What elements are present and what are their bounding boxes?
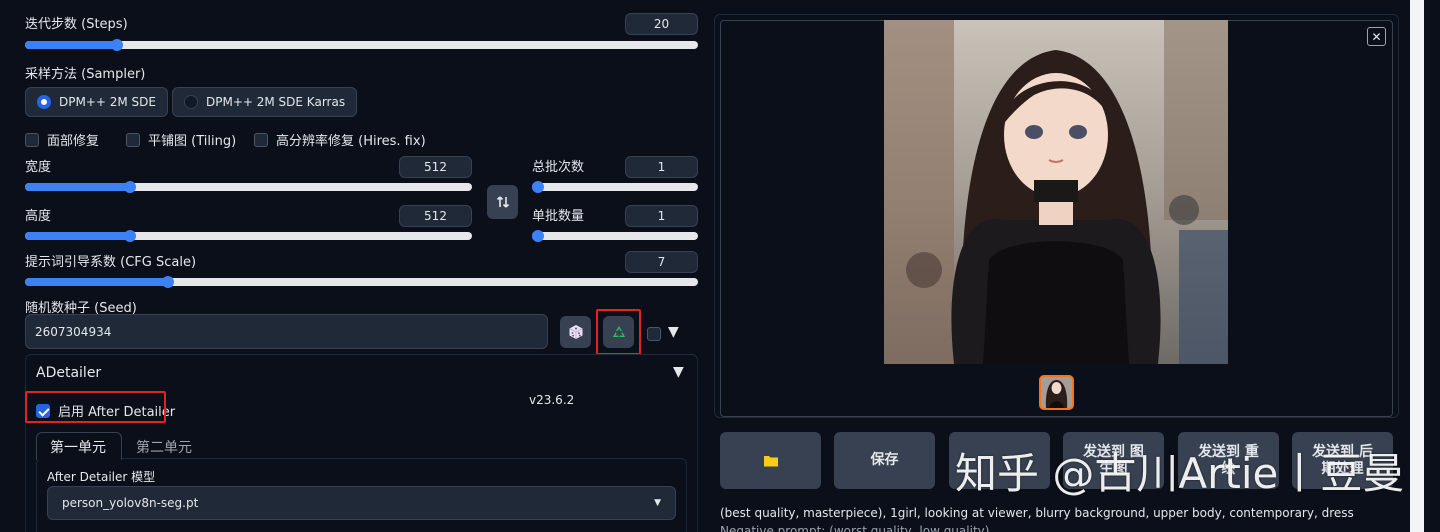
dropdown-arrow-icon: ▼ <box>654 498 661 508</box>
gallery-thumbnail[interactable] <box>1039 375 1074 410</box>
open-folder-button[interactable] <box>720 432 821 489</box>
swap-dimensions-button[interactable] <box>487 185 518 219</box>
dice-icon <box>568 325 583 339</box>
collapse-icon[interactable]: ▼ <box>673 364 684 380</box>
scrollbar-track[interactable] <box>1410 0 1424 532</box>
generated-image[interactable] <box>884 20 1228 364</box>
cfg-input[interactable]: 7 <box>625 251 698 273</box>
batch-size-slider[interactable] <box>532 230 698 242</box>
cfg-slider[interactable] <box>25 276 698 288</box>
batch-size-label: 单批数量 <box>532 209 585 224</box>
width-slider[interactable] <box>25 181 472 193</box>
restore-faces-checkbox[interactable]: 面部修复 <box>25 130 99 149</box>
width-label: 宽度 <box>25 160 52 175</box>
swap-icon <box>496 196 509 208</box>
sampler-option-dpm2m-sde[interactable]: DPM++ 2M SDE <box>25 87 168 117</box>
hires-fix-checkbox[interactable]: 高分辨率修复 (Hires. fix) <box>254 130 426 149</box>
watermark-text: 知乎 @古川Artie丨豆曼 <box>955 449 1405 498</box>
steps-label: 迭代步数 (Steps) <box>25 17 128 32</box>
extra-seed-checkbox[interactable] <box>647 327 661 341</box>
height-input[interactable]: 512 <box>399 205 472 227</box>
model-select[interactable]: person_yolov8n-seg.pt ▼ <box>47 486 676 520</box>
tiling-checkbox[interactable]: 平铺图 (Tiling) <box>126 130 236 149</box>
sampler-label: 采样方法 (Sampler) <box>25 67 146 82</box>
seed-input[interactable]: 2607304934 <box>25 314 548 349</box>
generation-prompt-text: (best quality, masterpiece), 1girl, look… <box>720 506 1354 520</box>
steps-input[interactable]: 20 <box>625 13 698 35</box>
batch-count-slider[interactable] <box>532 181 698 193</box>
close-icon[interactable]: ✕ <box>1367 27 1386 46</box>
highlight-frame <box>25 391 166 423</box>
radio-unselected-icon <box>184 95 198 109</box>
height-label: 高度 <box>25 209 52 224</box>
highlight-frame <box>596 309 641 355</box>
cfg-label: 提示词引导系数 (CFG Scale) <box>25 255 197 270</box>
sampler-radio-group: DPM++ 2M SDE DPM++ 2M SDE Karras <box>25 87 358 117</box>
folder-icon <box>763 455 778 466</box>
save-button[interactable]: 保存 <box>834 432 935 489</box>
version-label: v23.6.2 <box>529 393 575 407</box>
negative-prompt-text: Negative prompt: (worst quality, low qua… <box>720 524 990 532</box>
tab-unit-1[interactable]: 第一单元 <box>50 437 106 457</box>
random-seed-button[interactable] <box>560 316 591 348</box>
width-input[interactable]: 512 <box>399 156 472 178</box>
model-label: After Detailer 模型 <box>47 470 156 484</box>
height-slider[interactable] <box>25 230 472 242</box>
batch-count-input[interactable]: 1 <box>625 156 698 178</box>
sampler-option-dpm2m-sde-karras[interactable]: DPM++ 2M SDE Karras <box>172 87 358 117</box>
adetailer-title[interactable]: ADetailer <box>36 365 101 381</box>
tab-unit-2[interactable]: 第二单元 <box>136 437 192 457</box>
steps-slider[interactable] <box>25 39 698 51</box>
radio-selected-icon <box>37 95 51 109</box>
extra-seed-toggle-icon[interactable]: ▼ <box>668 324 679 340</box>
batch-size-input[interactable]: 1 <box>625 205 698 227</box>
batch-count-label: 总批次数 <box>532 160 585 175</box>
